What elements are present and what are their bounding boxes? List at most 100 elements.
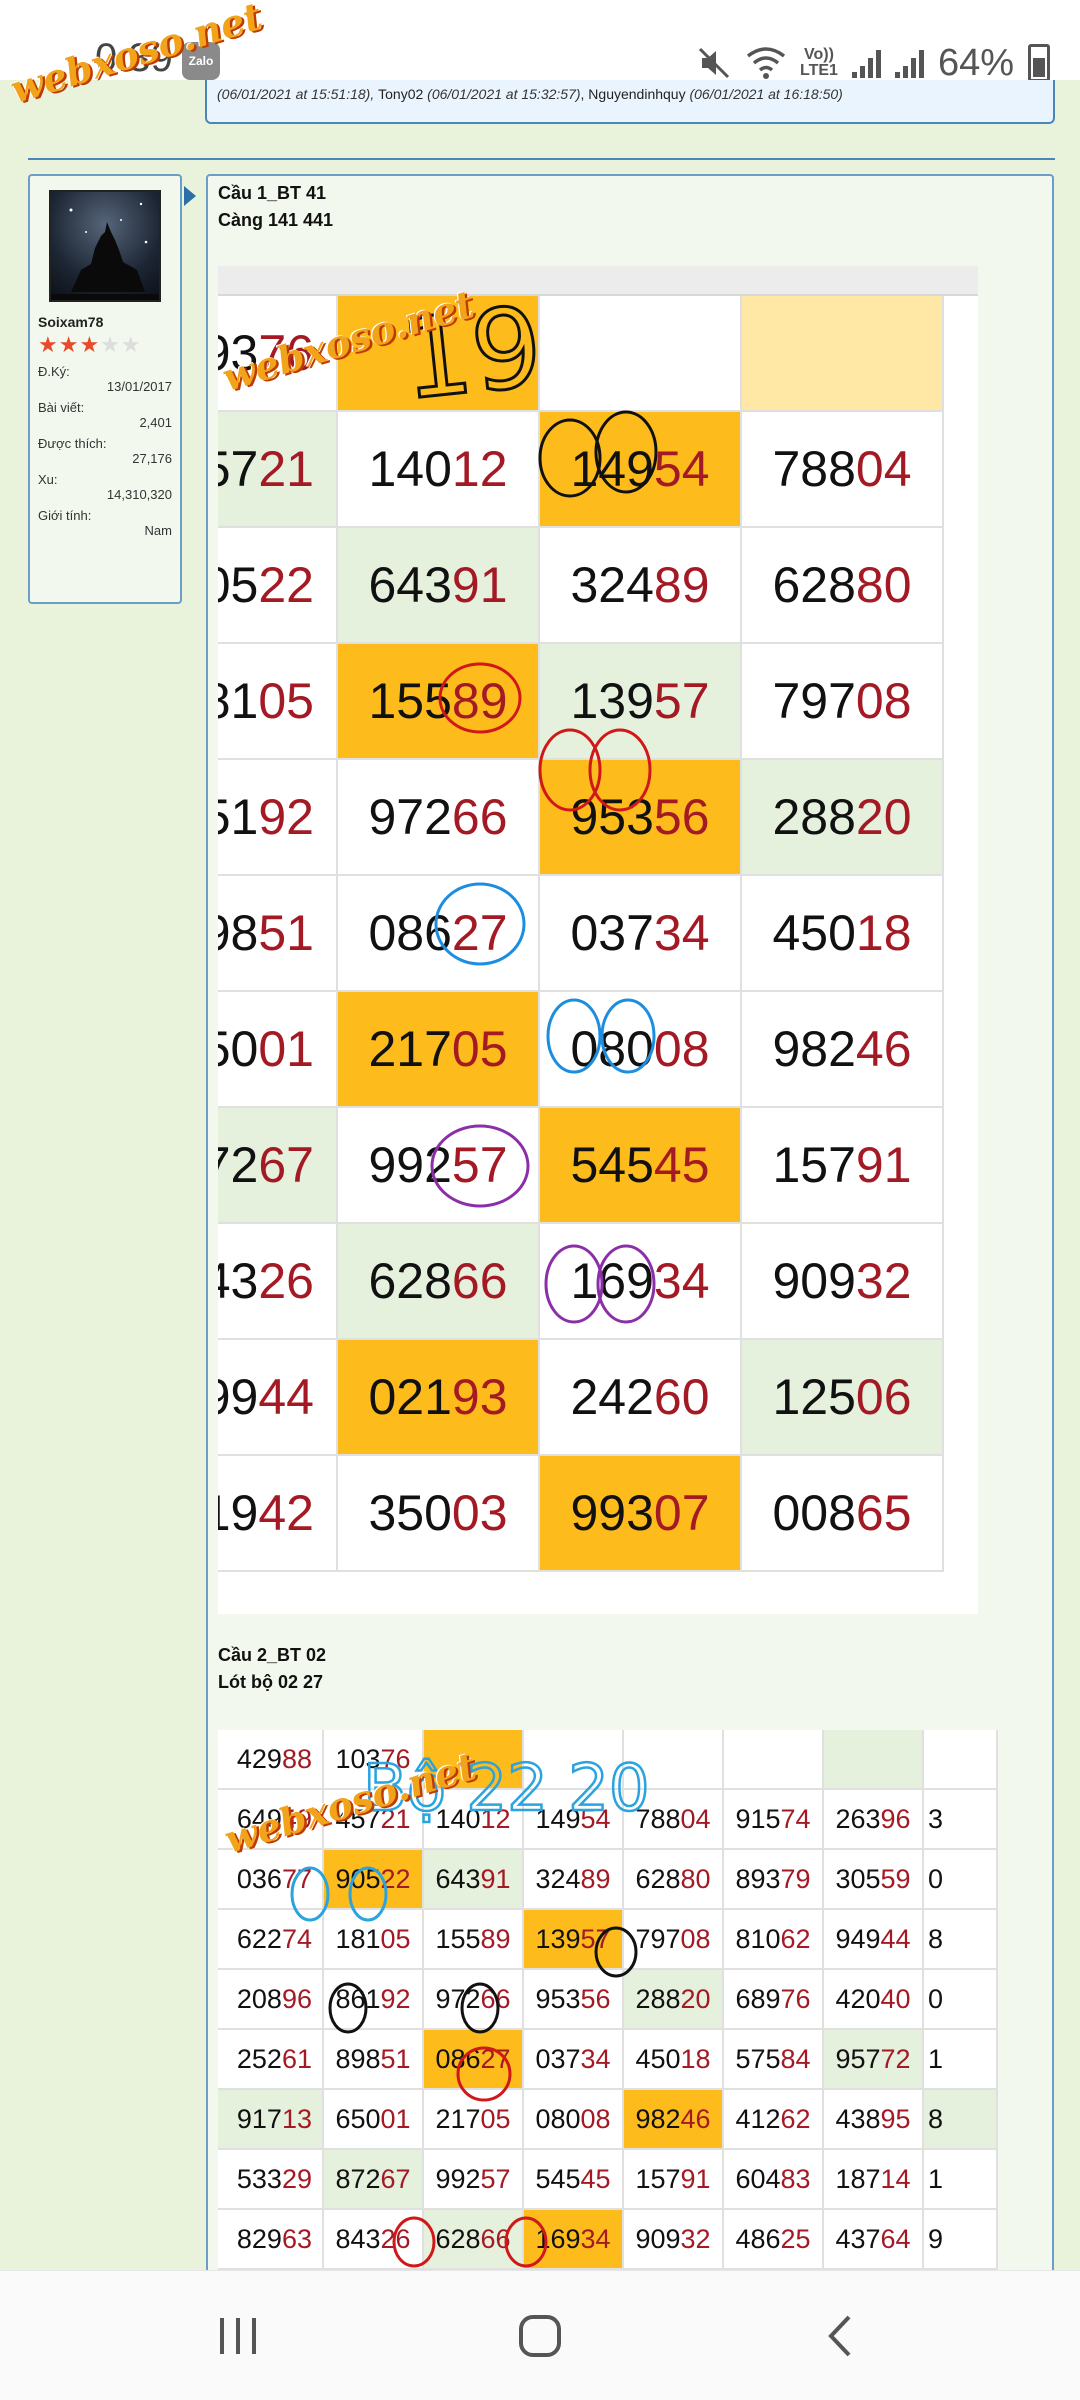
cell-head-digits: 450 xyxy=(635,2043,681,2074)
result-cell: 288 20 xyxy=(624,1970,724,2030)
cell-tail-digits: 91 xyxy=(680,2163,711,2194)
result-cell: 982 46 xyxy=(742,992,944,1108)
cell-head-digits: 545 xyxy=(570,1137,654,1193)
user-field-label: Được thích: xyxy=(38,436,107,451)
result-cell: 181 05 xyxy=(324,1910,424,1970)
cell-head-digits: 169 xyxy=(570,1253,654,1309)
cell-head-digits: 8 xyxy=(928,2103,944,2134)
result-cell: 689 76 xyxy=(724,1970,824,2030)
attachment-image-1[interactable]: 9376572114012149547880405226439132489628… xyxy=(218,266,978,1614)
signal-icon-2 xyxy=(894,48,924,78)
result-cell: 288 20 xyxy=(742,760,944,876)
cell-tail-digits: 08 xyxy=(653,1021,710,1077)
cell-head-digits: 72 xyxy=(218,1137,259,1193)
cell-head-digits: 829 xyxy=(236,2223,282,2254)
recent-apps-button[interactable] xyxy=(198,2301,278,2371)
cell-head-digits: 125 xyxy=(772,1369,856,1425)
cell-tail-digits: 57 xyxy=(580,1923,611,1954)
result-cell: 972 66 xyxy=(338,760,540,876)
cell-tail-digits: 74 xyxy=(780,1803,811,1834)
post-title-1: Cầu 1_BT 41 xyxy=(218,183,327,203)
cell-tail-digits: 49 xyxy=(281,1803,312,1834)
cell-head-digits: 350 xyxy=(368,1485,452,1541)
cell-tail-digits: 91 xyxy=(451,557,508,613)
result-cell: 438 95 xyxy=(824,2090,924,2150)
status-time: 0:39 xyxy=(95,36,173,80)
cell-head-digits: 917 xyxy=(236,2103,282,2134)
result-cell: 545 45 xyxy=(524,2150,624,2210)
cell-tail-digits: 42 xyxy=(258,1485,314,1541)
cell-head-digits: 972 xyxy=(368,789,452,845)
cell-head-digits: 643 xyxy=(435,1863,481,1894)
attachment-image-2[interactable]: 429 88 103 76 649 49 457 21 140 12 149 54 788 04 915 74… xyxy=(218,1730,998,2270)
like-user[interactable]: Tony02 xyxy=(378,86,427,102)
cell-tail-digits: 45 xyxy=(653,1137,710,1193)
cell-head-digits: 181 xyxy=(335,1923,381,1954)
cell-head-digits: 788 xyxy=(635,1803,681,1834)
cell-head-digits: 50 xyxy=(218,1021,259,1077)
cell-head-digits: 139 xyxy=(535,1923,581,1954)
result-cell: 324 89 xyxy=(540,528,742,644)
cell-head-digits: 437 xyxy=(835,2223,881,2254)
result-cell xyxy=(824,1730,924,1790)
cell-head-digits: 628 xyxy=(368,1253,452,1309)
cell-tail-digits: 08 xyxy=(580,2103,611,2134)
user-field-label: Xu: xyxy=(38,472,58,487)
result-cell: 5721 xyxy=(218,412,338,528)
rating-stars: ★★★★★ xyxy=(38,332,172,358)
star-off-icon: ★★ xyxy=(100,332,142,357)
cell-head-digits: 992 xyxy=(435,2163,481,2194)
result-cell: 575 84 xyxy=(724,2030,824,2090)
cell-tail-digits: 08 xyxy=(680,1923,711,1954)
cell-head-digits: 1 xyxy=(928,2043,944,2074)
result-cell: 810 62 xyxy=(724,1910,824,1970)
cell-head-digits: 993 xyxy=(570,1485,654,1541)
cell-head-digits: 909 xyxy=(772,1253,856,1309)
mute-icon xyxy=(698,47,730,79)
result-cell: 957 72 xyxy=(824,2030,924,2090)
cell-head-digits: 450 xyxy=(772,905,856,961)
cell-tail-digits: 29 xyxy=(281,2163,312,2194)
cell-tail-digits: 20 xyxy=(680,1983,711,2014)
avatar[interactable] xyxy=(49,190,161,302)
username[interactable]: Soixam78 xyxy=(38,314,172,330)
result-cell: 350 03 xyxy=(338,1456,540,1572)
cell-head-digits: 99 xyxy=(218,1369,259,1425)
cell-head-digits: 05 xyxy=(218,557,259,613)
back-button[interactable] xyxy=(800,2301,880,2371)
cell-head-digits: 140 xyxy=(368,441,452,497)
battery-percent: 64% xyxy=(937,41,1014,84)
cell-tail-digits: 64 xyxy=(880,2223,911,2254)
like-user[interactable]: , Nguyendinhquy xyxy=(581,86,690,102)
result-cell: 086 27 xyxy=(424,2030,524,2090)
home-button[interactable] xyxy=(500,2301,580,2371)
volte-indicator: Vo)) LTE1 xyxy=(800,47,838,79)
cell-tail-digits: 62 xyxy=(780,2103,811,2134)
cell-head-digits: 545 xyxy=(535,2163,581,2194)
cell-head-digits: 81 xyxy=(218,673,259,729)
cell-tail-digits: 12 xyxy=(451,441,508,497)
cell-tail-digits: 04 xyxy=(680,1803,711,1834)
cell-tail-digits: 89 xyxy=(580,1863,611,1894)
cell-head-digits: 643 xyxy=(368,557,452,613)
cell-head-digits: 982 xyxy=(635,2103,681,2134)
result-cell: 3 xyxy=(924,1790,998,1850)
like-time: (06/01/2021 at 15:32:57) xyxy=(427,86,581,102)
result-cell xyxy=(540,296,742,412)
cell-head-digits: 957 xyxy=(835,2043,881,2074)
result-cell: 643 91 xyxy=(338,528,540,644)
cell-head-digits: 575 xyxy=(735,2043,781,2074)
cell-tail-digits: 44 xyxy=(258,1369,314,1425)
post-divider xyxy=(28,158,1055,160)
result-cell: 953 56 xyxy=(524,1970,624,2030)
result-cell: 8 xyxy=(924,2090,998,2150)
cell-tail-digits: 05 xyxy=(451,1021,508,1077)
result-cell: 628 80 xyxy=(742,528,944,644)
cell-head-digits: 909 xyxy=(635,2223,681,2254)
result-cell: 1 xyxy=(924,2030,998,2090)
cell-tail-digits: 34 xyxy=(653,905,710,961)
volte-line1: Vo)) xyxy=(804,46,834,63)
cell-tail-digits: 92 xyxy=(258,789,314,845)
cell-head-digits: 689 xyxy=(735,1983,781,2014)
cell-tail-digits: 80 xyxy=(855,557,912,613)
